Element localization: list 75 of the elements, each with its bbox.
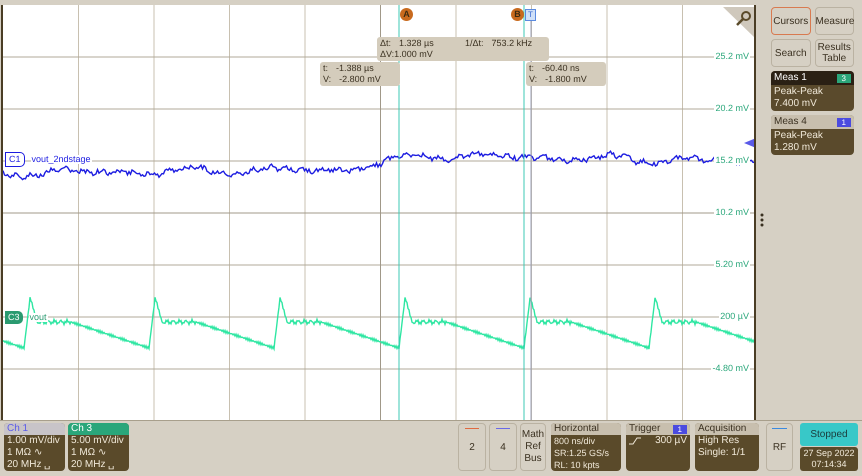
channel-tag[interactable]: C1: [5, 152, 25, 167]
readout-value: -1.388 µs: [336, 63, 374, 74]
measurement-value: 1.280 mV: [774, 142, 818, 154]
scale-label: 20.2 mV: [714, 104, 750, 113]
scale-label: 10.2 mV: [714, 208, 750, 217]
channel-tag[interactable]: C3: [5, 311, 23, 324]
scale-label: 5.20 mV: [714, 260, 750, 269]
readout-value: 753.2 kHz: [492, 38, 532, 49]
readout-label: t:: [323, 63, 328, 74]
rising-edge-icon: [629, 437, 641, 445]
horizontal-setting: 800 ns/div: [554, 435, 596, 447]
channel-card[interactable]: Ch 3 5.00 mV/div 1 MΩ ∿ 20 MHz ␣: [68, 423, 129, 471]
channel-scale: 5.00 mV/div: [71, 435, 125, 447]
channel-button[interactable]: 4: [489, 423, 517, 471]
horizontal-setting: RL: 10 kpts: [554, 459, 601, 471]
readout-value: -2.800 mV: [339, 74, 381, 85]
measurement-type: Peak-Peak: [774, 130, 824, 142]
horizontal-setting: SR:1.25 GS/s: [554, 447, 610, 459]
acquisition-card[interactable]: Acquisition High Res Single: 1/1: [695, 423, 759, 471]
measurement-value: 7.400 mV: [774, 98, 818, 110]
acquisition-setting: High Res: [698, 435, 740, 447]
source-badge: 3: [836, 74, 851, 82]
acquisition-setting: Single: 1/1: [698, 447, 746, 459]
menu-button[interactable]: Search: [771, 39, 810, 67]
channel-impedance: 1 MΩ ∿: [7, 447, 43, 459]
readout-label: V:: [323, 74, 332, 85]
menu-button[interactable]: Results Table: [814, 39, 854, 67]
source-badge: 1: [672, 424, 687, 434]
trace-label: vout: [28, 313, 48, 322]
trigger-card[interactable]: Trigger 1 300 µV: [626, 423, 690, 471]
channel-scale: 1.00 mV/div: [7, 435, 61, 447]
math-ref-bus-button[interactable]: Math Ref Bus: [520, 423, 546, 471]
cursor-marker[interactable]: B: [511, 8, 524, 21]
readout-label: Δt:: [380, 38, 392, 49]
measurement-title: Meas 1: [774, 72, 807, 84]
more-options-icon[interactable]: [760, 213, 764, 227]
zoom-icon[interactable]: [723, 7, 754, 39]
scale-label: 25.2 mV: [714, 52, 750, 61]
channel-card[interactable]: Ch 1 1.00 mV/div 1 MΩ ∿ 20 MHz ␣: [4, 423, 65, 471]
readout-value: -60.40 ns: [542, 63, 580, 74]
scale-label: 200 µV: [719, 312, 750, 321]
card-title: Horizontal: [551, 423, 621, 435]
time-text: 07:14:34: [811, 459, 847, 470]
channel-impedance: 1 MΩ ∿: [71, 447, 107, 459]
measurement-card[interactable]: Meas 1 3 Peak-Peak 7.400 mV: [771, 71, 854, 111]
channel-title: Ch 3: [68, 423, 129, 435]
channel-bandwidth: 20 MHz ␣: [7, 459, 52, 471]
measurement-card[interactable]: Meas 4 1 Peak-Peak 1.280 mV: [771, 115, 854, 155]
cursor-marker[interactable]: A: [400, 8, 413, 21]
trace-label: vout_2ndstage: [30, 155, 92, 164]
channel-title: Ch 1: [4, 423, 65, 435]
channel-bandwidth: 20 MHz ␣: [71, 459, 116, 471]
channel-button[interactable]: 2: [458, 423, 486, 471]
readout-label: 1/Δt:: [465, 38, 484, 49]
measurement-title: Meas 4: [774, 116, 807, 128]
readout-value: 1.328 µs: [399, 38, 435, 49]
readout-value: -1.800 mV: [545, 74, 587, 85]
level-arrow-icon[interactable]: [744, 138, 754, 148]
trigger-marker[interactable]: T: [525, 9, 536, 21]
source-badge: 1: [836, 118, 851, 126]
trigger-level: 300 µV: [655, 435, 687, 447]
readout-label: V:: [529, 74, 538, 85]
rf-button[interactable]: RF: [766, 423, 793, 471]
readout-label: t:: [529, 63, 534, 74]
menu-button[interactable]: Cursors: [771, 7, 810, 35]
measurement-type: Peak-Peak: [774, 86, 824, 98]
horizontal-card[interactable]: Horizontal 800 ns/div SR:1.25 GS/s RL: 10 kpts: [551, 423, 621, 471]
card-title: Acquisition: [695, 423, 759, 435]
card-title: Trigger: [629, 423, 660, 435]
scale-label: -4.80 mV: [711, 364, 750, 373]
run-stop-button[interactable]: Stopped: [800, 423, 858, 446]
date-text: 27 Sep 2022: [803, 448, 855, 459]
menu-button[interactable]: Measure: [814, 7, 854, 35]
scale-label: 15.2 mV: [714, 156, 750, 165]
readout-value: ΔV:1.000 mV: [380, 49, 433, 59]
